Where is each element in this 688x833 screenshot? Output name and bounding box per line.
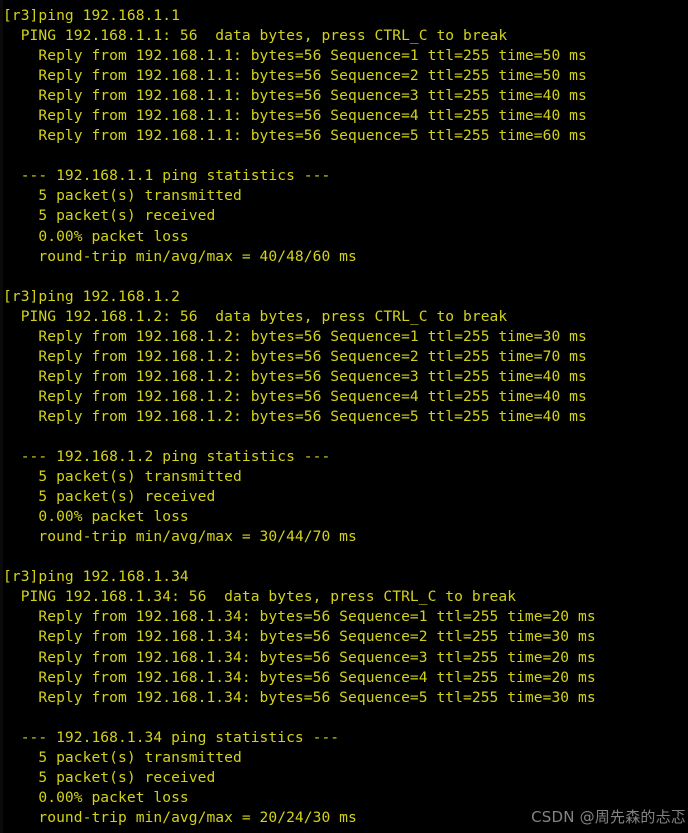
console-line: 5 packet(s) transmitted [3, 468, 242, 486]
console-line: 5 packet(s) transmitted [3, 187, 242, 205]
console-line: 5 packet(s) received [3, 207, 216, 225]
console-line: 5 packet(s) received [3, 488, 216, 506]
console-line: PING 192.168.1.1: 56 data bytes, press C… [3, 27, 508, 45]
console-line: Reply from 192.168.1.2: bytes=56 Sequenc… [3, 387, 587, 405]
console-line: Reply from 192.168.1.1: bytes=56 Sequenc… [3, 87, 587, 105]
console-line: 0.00% packet loss [3, 508, 189, 526]
console-line: PING 192.168.1.34: 56 data bytes, press … [3, 588, 517, 606]
console-line: Reply from 192.168.1.1: bytes=56 Sequenc… [3, 67, 587, 85]
console-line: [r3]ping 192.168.1.34 [3, 568, 189, 586]
console-line: round-trip min/avg/max = 40/48/60 ms [3, 247, 357, 265]
console-line: [r3]ping 192.168.1.2 [3, 287, 180, 305]
console-output: [r3]ping 192.168.1.1 PING 192.168.1.1: 5… [0, 6, 688, 828]
console-line: Reply from 192.168.1.1: bytes=56 Sequenc… [3, 127, 587, 145]
csdn-watermark: CSDN @周先森的忐忑 [531, 808, 686, 826]
console-line: Reply from 192.168.1.1: bytes=56 Sequenc… [3, 107, 587, 125]
console-line: Reply from 192.168.1.2: bytes=56 Sequenc… [3, 367, 587, 385]
console-line: 5 packet(s) received [3, 768, 216, 786]
console-line: Reply from 192.168.1.34: bytes=56 Sequen… [3, 668, 596, 686]
console-line: Reply from 192.168.1.2: bytes=56 Sequenc… [3, 327, 587, 345]
console-line: 5 packet(s) transmitted [3, 748, 242, 766]
console-line: Reply from 192.168.1.2: bytes=56 Sequenc… [3, 407, 587, 425]
console-line: [r3]ping 192.168.1.1 [3, 7, 180, 24]
console-line: --- 192.168.1.34 ping statistics --- [3, 728, 340, 746]
console-line: Reply from 192.168.1.1: bytes=56 Sequenc… [3, 47, 587, 65]
console-line: --- 192.168.1.2 ping statistics --- [3, 448, 331, 466]
console-line: Reply from 192.168.1.34: bytes=56 Sequen… [3, 628, 596, 646]
console-line: 0.00% packet loss [3, 227, 189, 245]
console-line: Reply from 192.168.1.34: bytes=56 Sequen… [3, 648, 596, 666]
console-line: Reply from 192.168.1.2: bytes=56 Sequenc… [3, 347, 587, 365]
console-line: Reply from 192.168.1.34: bytes=56 Sequen… [3, 688, 596, 706]
terminal-console[interactable]: [r3]ping 192.168.1.1 PING 192.168.1.1: 5… [0, 0, 688, 833]
console-line: PING 192.168.1.2: 56 data bytes, press C… [3, 307, 508, 325]
console-line: 0.00% packet loss [3, 788, 189, 806]
console-line: --- 192.168.1.1 ping statistics --- [3, 167, 331, 185]
console-line: round-trip min/avg/max = 30/44/70 ms [3, 528, 357, 546]
console-line: Reply from 192.168.1.34: bytes=56 Sequen… [3, 608, 596, 626]
